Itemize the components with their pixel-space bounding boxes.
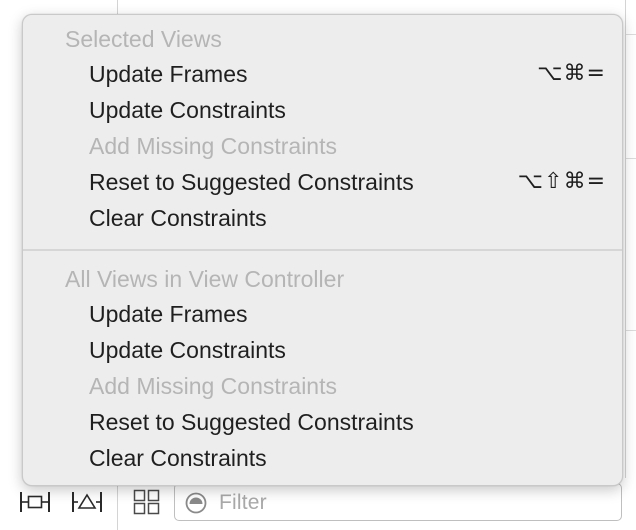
menu-item-shortcut: ⌥⌘=	[537, 61, 606, 86]
section-header-selected-views: Selected Views	[65, 26, 222, 52]
menu-item-label: Add Missing Constraints	[89, 133, 337, 159]
menu-item-update-constraints-all[interactable]: Update Constraints	[23, 334, 622, 370]
resolve-auto-layout-menu: Selected Views Update Frames ⌥⌘= Update …	[22, 14, 623, 486]
menu-item-add-missing-constraints: Add Missing Constraints	[23, 130, 622, 166]
menu-item-reset-to-suggested-constraints-all[interactable]: Reset to Suggested Constraints	[23, 406, 622, 442]
menu-item-label: Reset to Suggested Constraints	[89, 409, 414, 435]
menu-item-clear-constraints-all[interactable]: Clear Constraints	[23, 442, 622, 478]
align-icon[interactable]	[18, 488, 52, 516]
menu-item-label: Update Frames	[89, 61, 248, 87]
background-row-line	[626, 34, 636, 35]
menu-item-clear-constraints[interactable]: Clear Constraints	[23, 202, 622, 238]
background-divider-right	[625, 0, 626, 478]
pin-icon[interactable]	[70, 488, 104, 516]
menu-item-label: Add Missing Constraints	[89, 373, 337, 399]
section-header-all-views: All Views in View Controller	[65, 266, 345, 292]
menu-item-add-missing-constraints-all: Add Missing Constraints	[23, 370, 622, 406]
menu-item-label: Update Frames	[89, 301, 248, 327]
menu-item-shortcut: ⌥⇧⌘=	[517, 169, 606, 194]
menu-item-update-constraints[interactable]: Update Constraints	[23, 94, 622, 130]
menu-item-update-frames[interactable]: Update Frames ⌥⌘=	[23, 58, 622, 94]
menu-item-reset-to-suggested-constraints[interactable]: Reset to Suggested Constraints ⌥⇧⌘=	[23, 166, 622, 202]
grid-icon[interactable]	[131, 488, 165, 516]
background-row-line	[626, 158, 636, 159]
menu-item-update-frames-all[interactable]: Update Frames	[23, 298, 622, 334]
filter-placeholder: Filter	[219, 491, 267, 514]
menu-item-label: Reset to Suggested Constraints	[89, 169, 414, 195]
menu-separator	[23, 249, 622, 251]
menu-item-label: Update Constraints	[89, 337, 286, 363]
filter-icon	[185, 492, 207, 514]
background-row-line	[626, 330, 636, 331]
filter-input[interactable]: Filter	[174, 483, 622, 521]
menu-item-label: Clear Constraints	[89, 445, 267, 471]
menu-item-label: Clear Constraints	[89, 205, 267, 231]
menu-item-label: Update Constraints	[89, 97, 286, 123]
